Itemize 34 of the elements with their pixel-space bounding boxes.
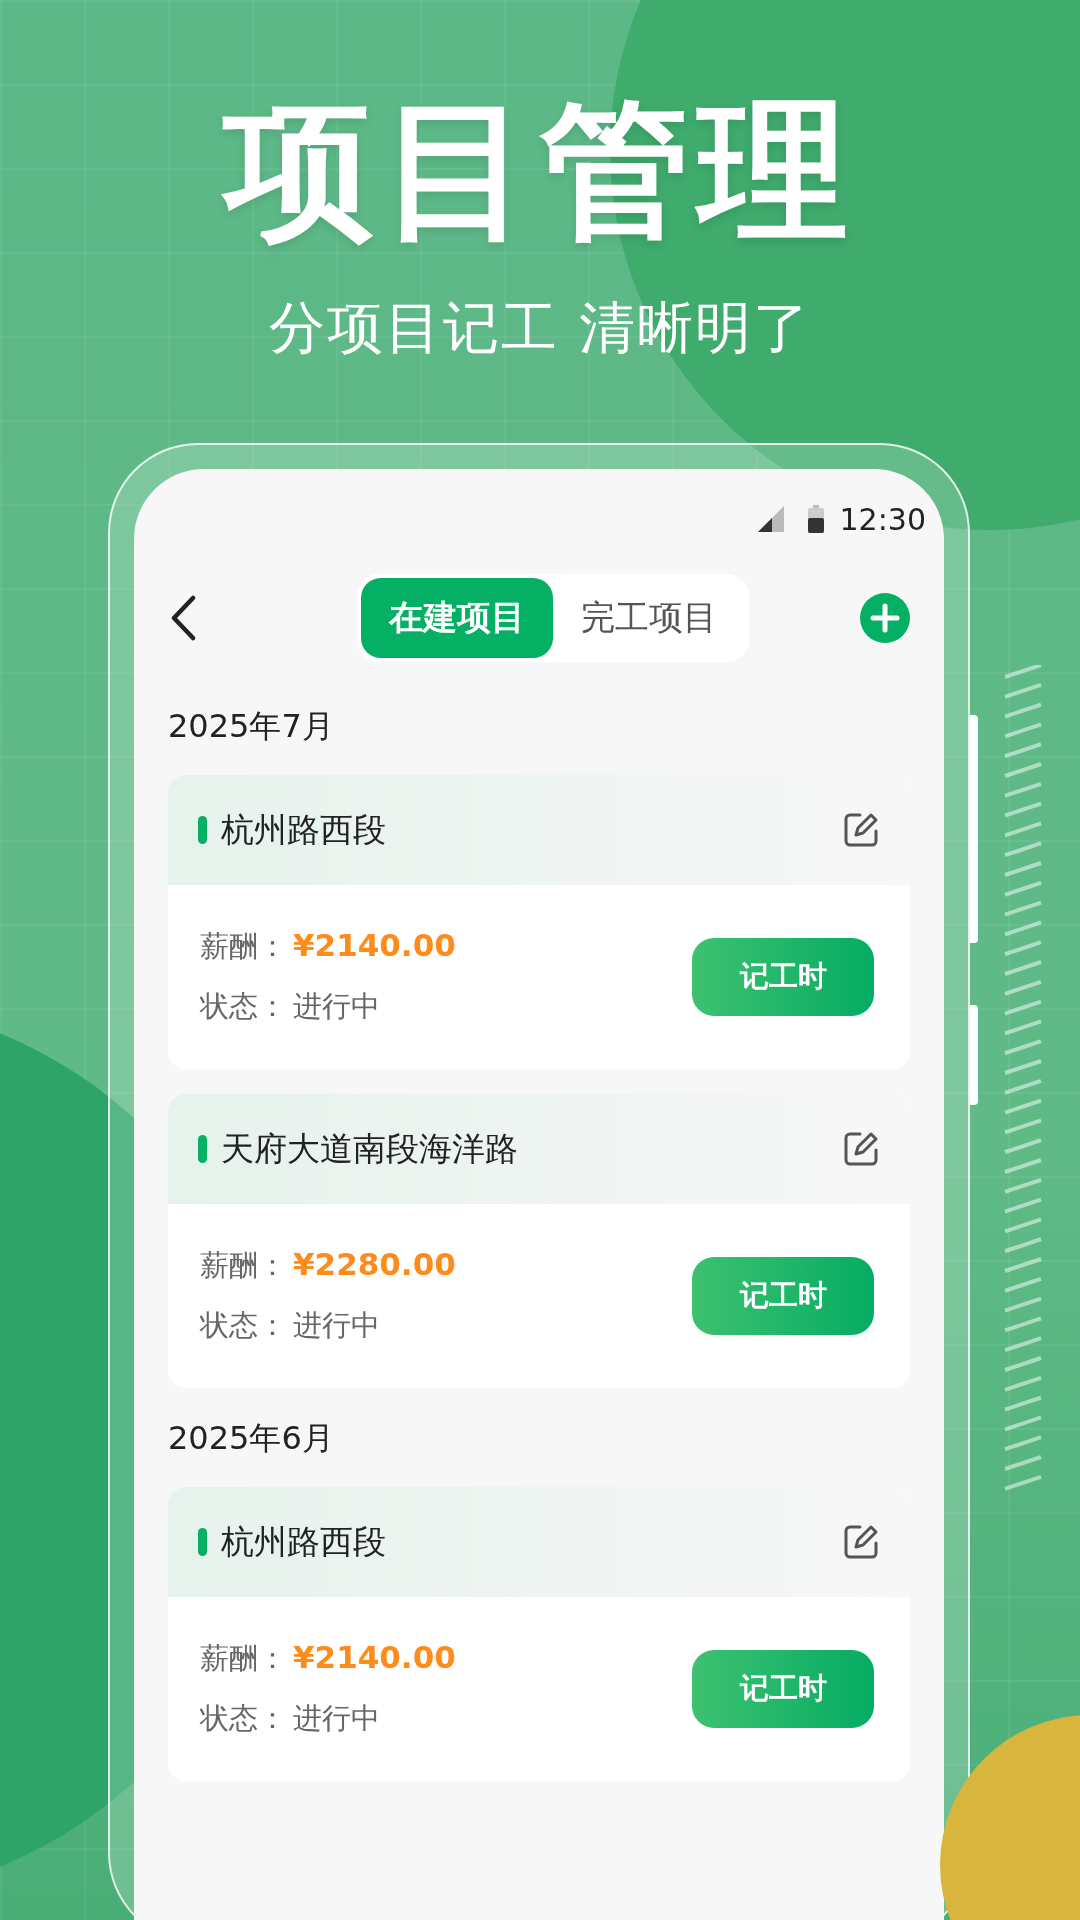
accent-bar [198,1135,207,1163]
accent-bar [198,1528,207,1556]
status-label: 状态： [200,988,287,1025]
log-hours-button[interactable]: 记工时 [692,1650,874,1728]
back-icon[interactable] [170,595,196,641]
salary-amount: ¥2280.00 [293,1246,456,1282]
signal-icon [757,506,784,532]
salary-label: 薪酬： [200,1247,287,1284]
subtitle: 分项目记工 清晰明了 [269,294,811,362]
salary-amount: ¥2140.00 [293,1639,456,1675]
salary-label: 薪酬： [200,928,287,965]
salary-label: 薪酬： [200,1640,287,1677]
project-name: 杭州路西段 [221,1520,387,1563]
edit-icon[interactable] [842,811,880,849]
project-name: 杭州路西段 [221,808,387,851]
status-time: 12:30 [839,501,926,537]
status-value: 进行中 [293,988,380,1025]
edit-icon[interactable] [842,1523,880,1561]
add-icon[interactable] [860,593,910,643]
accent-bar [198,816,207,844]
status-label: 状态： [200,1700,287,1737]
project-name: 天府大道南段海洋路 [221,1127,519,1170]
log-hours-button[interactable]: 记工时 [692,938,874,1016]
battery-icon [807,505,824,533]
month-heading: 2025年6月 [168,1418,335,1459]
edit-icon[interactable] [842,1130,880,1168]
salary-amount: ¥2140.00 [293,927,456,963]
status-value: 进行中 [293,1700,380,1737]
month-heading: 2025年7月 [168,706,335,747]
tab[interactable]: 完工项目 [553,578,745,658]
status-label: 状态： [200,1307,287,1344]
status-value: 进行中 [293,1307,380,1344]
tab[interactable]: 在建项目 [361,578,553,658]
log-hours-button[interactable]: 记工时 [692,1257,874,1335]
